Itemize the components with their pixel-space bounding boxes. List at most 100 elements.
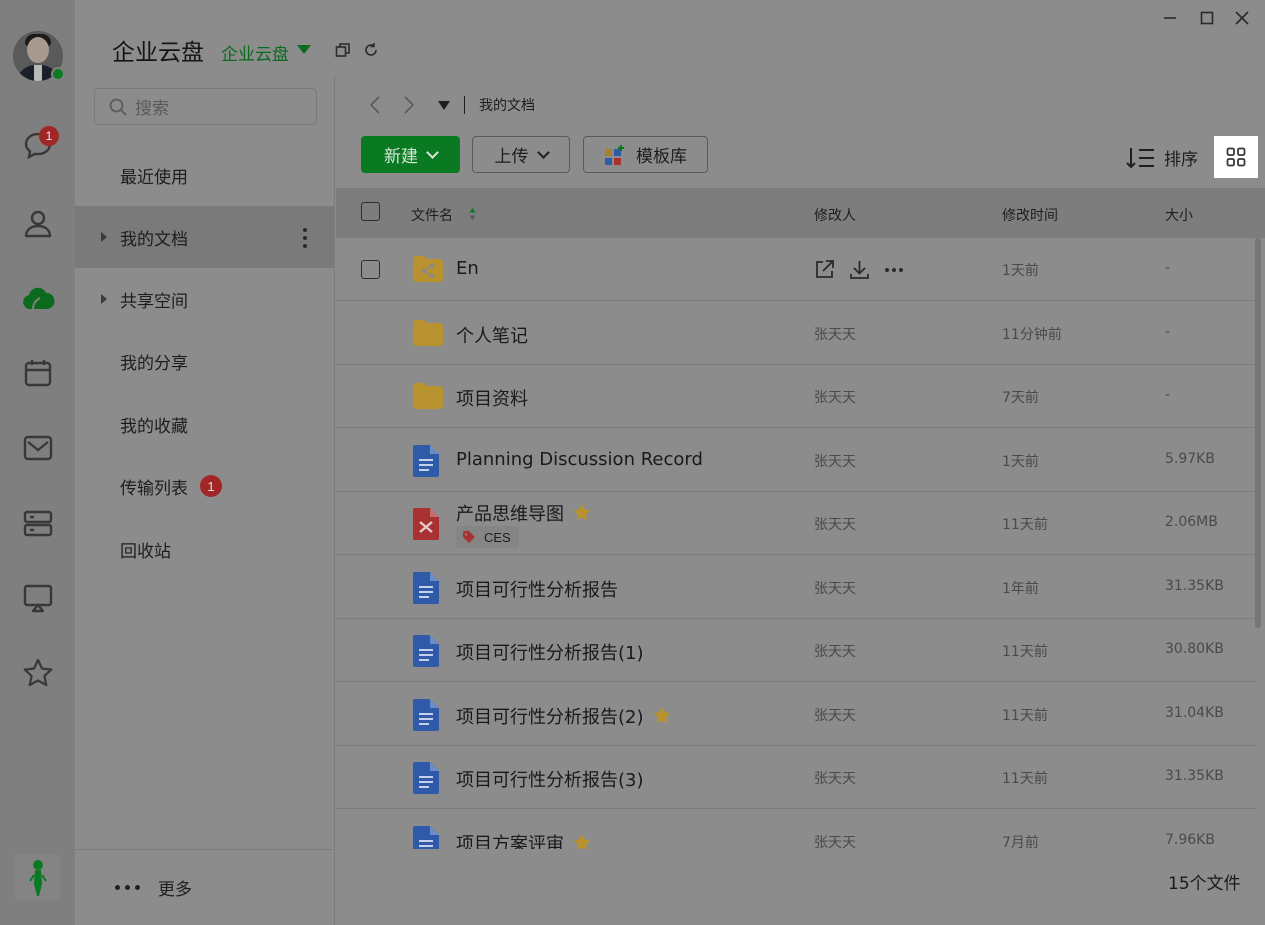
table-row[interactable]: 项目可行性分析报告 张天天 1年前 31.35KB [336,556,1256,619]
new-window-icon[interactable] [333,40,353,60]
modified-time: 1天前 [1002,263,1039,279]
file-tag[interactable]: CES [456,526,519,548]
maximize-icon[interactable] [1196,7,1218,29]
sort-button[interactable]: 排序 [1126,145,1198,170]
folder-icon [413,383,443,409]
upload-button-label: 上传 [494,147,529,167]
expand-arrow-icon[interactable] [101,232,107,242]
forward-arrow-icon[interactable] [396,92,422,118]
transfers-badge: 1 [200,475,222,497]
refresh-icon[interactable] [361,40,381,60]
nav-item-recent[interactable]: 最近使用 [75,144,334,206]
file-size: 2.06MB [1165,514,1218,530]
workbench-icon[interactable] [20,505,56,541]
nav-item-my-documents[interactable]: 我的文档 [75,206,334,268]
app-title: 企业云盘 [112,40,204,66]
file-name[interactable]: Planning Discussion Record [456,449,703,470]
starred-icon[interactable] [572,503,592,522]
more-options-icon[interactable] [303,228,307,248]
table-row[interactable]: En 1天前 - [336,238,1256,301]
mindmap-icon [413,508,439,540]
nav-item-my-shares[interactable]: 我的分享 [75,330,334,392]
table-row[interactable]: 个人笔记 张天天 11分钟前 - [336,302,1256,365]
template-library-button[interactable]: 模板库 [583,136,708,173]
file-size: 31.35KB [1165,768,1224,784]
modified-time: 1年前 [1002,581,1039,597]
shared-folder-icon [413,256,443,282]
file-name[interactable]: 项目可行性分析报告(3) [456,766,644,792]
minimize-icon[interactable] [1159,7,1181,29]
table-row[interactable]: 项目可行性分析报告(1) 张天天 11天前 30.80KB [336,619,1256,682]
file-size: - [1165,387,1171,403]
share-icon[interactable] [814,259,835,280]
file-size: 7.96KB [1165,832,1215,848]
nav-item-trash[interactable]: 回收站 [75,518,334,580]
modified-time: 7月前 [1002,835,1039,849]
column-header-modified-time[interactable]: 修改时间 [1002,205,1058,225]
file-size: - [1165,324,1171,340]
mascot-icon[interactable] [15,855,60,900]
starred-icon[interactable] [652,706,672,725]
file-name[interactable]: 项目可行性分析报告 [456,576,618,602]
nav-item-favorites[interactable]: 我的收藏 [75,393,334,455]
nav-item-transfers[interactable]: 传输列表 1 [75,455,334,517]
column-header-modifier[interactable]: 修改人 [814,205,856,225]
mail-icon[interactable] [20,430,56,466]
modifier: 张天天 [814,327,856,343]
more-menu[interactable]: 更多 [75,849,334,925]
select-all-checkbox[interactable] [361,202,380,221]
nav-item-shared-space[interactable]: 共享空间 [75,268,334,330]
modifier: 张天天 [814,835,856,849]
contacts-icon[interactable] [20,205,56,241]
nav-item-label: 回收站 [120,541,171,562]
table-row[interactable]: 项目可行性分析报告(2) 张天天 11天前 31.04KB [336,683,1256,746]
search-placeholder: 搜索 [135,99,169,119]
grid-view-icon[interactable] [1214,136,1258,178]
table-row[interactable]: Planning Discussion Record 张天天 1天前 5.97K… [336,429,1256,492]
template-icon [605,144,624,165]
column-header-size[interactable]: 大小 [1165,205,1193,225]
file-name[interactable]: En [456,258,479,279]
calendar-icon[interactable] [20,355,56,391]
workspace-caret-down-icon[interactable] [297,45,311,54]
starred-icon[interactable] [572,833,592,849]
file-name[interactable]: 项目资料 [456,385,528,411]
table-scrollbar[interactable] [1255,238,1261,628]
column-header-name[interactable]: 文件名 [411,205,453,225]
sort-indicator-icon[interactable] [469,207,476,221]
table-row[interactable]: 项目方案评审 张天天 7月前 7.96KB [336,810,1256,849]
file-name[interactable]: 产品思维导图 [456,500,592,526]
modified-time: 11天前 [1002,517,1048,533]
tag-label: CES [484,529,511,545]
workspace-switcher[interactable]: 企业云盘 [221,40,289,65]
table-row[interactable]: 项目可行性分析报告(3) 张天天 11天前 31.35KB [336,746,1256,809]
new-button[interactable]: 新建 [361,136,460,173]
search-input[interactable]: 搜索 [94,88,317,125]
cloud-drive-icon[interactable] [20,280,56,316]
file-name[interactable]: 项目可行性分析报告(1) [456,639,644,665]
favorites-star-icon[interactable] [20,655,56,691]
breadcrumb-current[interactable]: 我的文档 [479,95,535,115]
close-icon[interactable] [1231,7,1253,29]
row-checkbox[interactable] [361,260,380,279]
sort-icon [1126,147,1154,168]
modifier: 张天天 [814,454,856,470]
download-icon[interactable] [849,259,870,280]
modified-time: 11分钟前 [1002,327,1062,343]
back-arrow-icon[interactable] [362,92,388,118]
modified-time: 7天前 [1002,390,1039,406]
table-row[interactable]: 项目资料 张天天 7天前 - [336,365,1256,428]
row-actions [814,259,904,280]
expand-arrow-icon[interactable] [101,294,107,304]
left-rail: 1 [0,0,75,925]
modifier: 张天天 [814,771,856,787]
table-row[interactable]: 产品思维导图 CES 张天天 11天前 2.06MB [336,492,1256,555]
path-dropdown-icon[interactable] [438,100,450,110]
more-horizontal-icon[interactable] [884,259,904,280]
upload-button[interactable]: 上传 [472,136,570,173]
screen-share-icon[interactable] [20,580,56,616]
file-name[interactable]: 项目可行性分析报告(2) [456,703,672,729]
modifier: 张天天 [814,644,856,660]
file-name[interactable]: 个人笔记 [456,322,528,348]
file-name[interactable]: 项目方案评审 [456,830,592,849]
